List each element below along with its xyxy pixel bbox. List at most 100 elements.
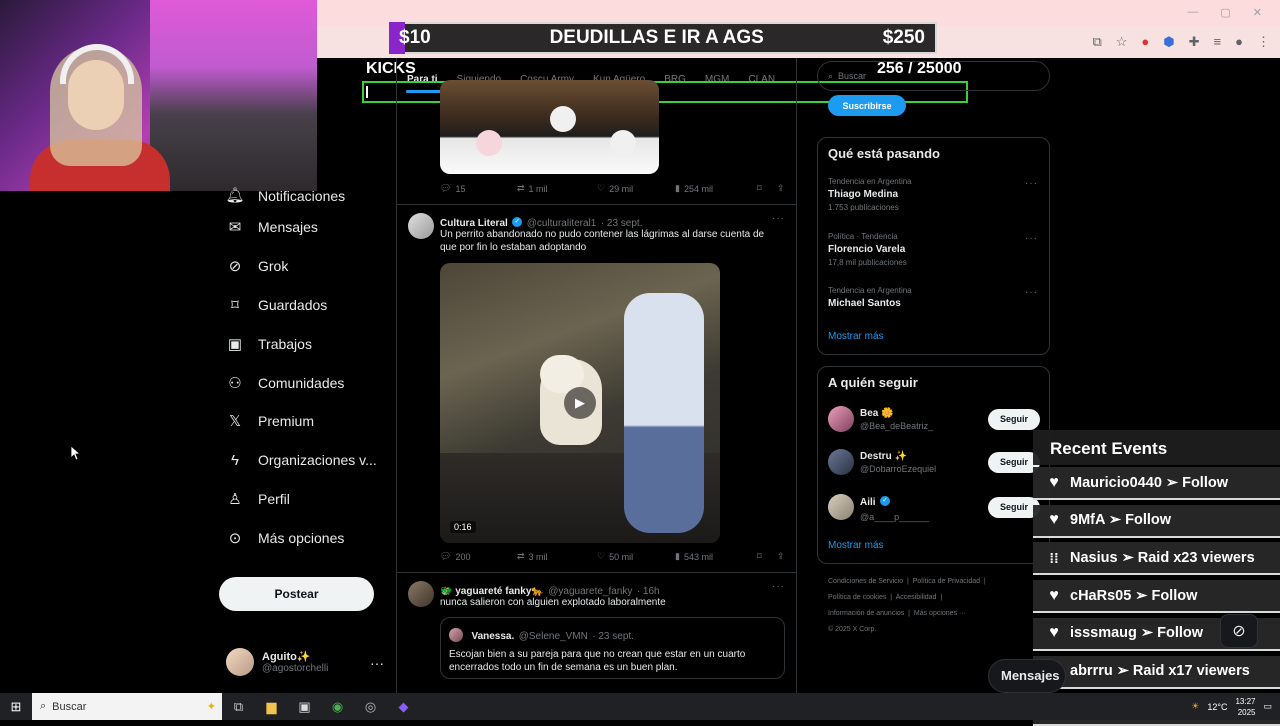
taskbar-search-input[interactable]: ⌕ Buscar ✦ [32,693,222,720]
bookmark-button[interactable]: ⌑ [757,551,777,562]
file-explorer-icon[interactable]: ▆ [255,693,288,720]
share-button[interactable]: ⇪ [777,551,785,562]
puzzle-icon[interactable]: ✚ [1189,34,1200,50]
messages-drawer[interactable]: Mensajes [988,659,1066,693]
tweet-text: nunca salieron con alguien explotado lab… [440,597,666,608]
avatar[interactable] [408,213,434,239]
tweet-image[interactable] [440,80,659,174]
maximize-icon[interactable]: ▢ [1220,6,1230,19]
trend-item[interactable]: Política · Tendencia Florencio Varela 17… [828,232,1040,267]
views-button[interactable]: ▮ 543 mil [675,551,757,562]
repost-button[interactable]: ⇄ 1 mil [517,183,597,194]
search-highlight-icon: ✦ [206,701,216,713]
views-button[interactable]: ▮ 254 mil [675,183,757,194]
subscribe-button[interactable]: Suscribirse [828,95,906,116]
repost-icon: ⇄ [517,183,525,193]
reply-button[interactable]: 💬︎ 15 [440,183,517,194]
more-icon[interactable]: ··· [772,581,785,592]
sidebar-item-comunidades[interactable]: ⚇ Comunidades [218,363,388,402]
avatar[interactable] [408,581,434,607]
footer-link[interactable]: Más opciones ··· [914,610,966,617]
footer-link[interactable]: Política de Privacidad [913,578,980,585]
sidebar-item-mas-opciones[interactable]: ⊙ Más opciones [218,518,388,557]
more-icon[interactable]: ··· [1025,178,1038,189]
grok-icon[interactable]: ⊘ [1220,614,1258,648]
obs-icon[interactable]: ◎ [354,693,387,720]
tweet-video[interactable]: ▶ 0:16 [440,263,720,543]
store-icon[interactable]: ▣ [288,693,321,720]
avatar [828,406,854,432]
raid-icon: ⁞⁞ [1049,549,1059,566]
follow-suggestion[interactable]: Destru ✨ @DobarroEzequiel Seguir [828,449,1040,475]
close-icon[interactable]: ✕ [1253,6,1262,19]
like-count: 50 mil [609,551,634,562]
weather-temp: 12°C [1207,701,1228,712]
task-view-icon[interactable]: ⧉ [222,693,255,720]
avatar [828,494,854,520]
trend-item[interactable]: Tendencia en Argentina Michael Santos [828,286,1040,309]
sidebar-item-trabajos[interactable]: ▣ Trabajos [218,324,388,363]
shield-icon[interactable]: ⬢ [1163,34,1174,50]
sidebar-item-premium[interactable]: 𝕏 Premium [218,402,388,441]
extension-red-icon[interactable]: ● [1141,34,1149,50]
quote-author-handle: @Selene_VMN [518,631,588,642]
feed-right-border [796,58,797,698]
follow-button[interactable]: Seguir [988,408,1040,430]
follow-suggestion[interactable]: Aili ✓ @a____p______ Seguir [828,492,1040,522]
like-button[interactable]: ♡ 50 mil [597,551,675,562]
quote-date: · 23 sept. [592,631,634,642]
notifications-icon[interactable]: ▭ [1263,701,1272,712]
sidebar-item-perfil[interactable]: ♙ Perfil [218,480,388,519]
discord-icon[interactable]: ◆ [387,693,420,720]
more-icon[interactable]: ··· [1025,233,1038,244]
event-row: ⁞⁞abrrru ➢ Raid x17 viewers [1033,655,1280,689]
sidebar-item-organizaciones[interactable]: ϟ Organizaciones v... [218,441,388,480]
footer-copyright: © 2025 X Corp. [828,626,877,633]
bookmark-icon: ⌑ [231,296,239,314]
sidebar-item-mensajes[interactable]: ✉ Mensajes [218,208,388,247]
trend-item[interactable]: Tendencia en Argentina Thiago Medina 1.7… [828,177,1040,212]
sidebar-item-guardados[interactable]: ⌑ Guardados [218,286,388,325]
banner-right-amount: $250 [882,27,925,48]
minimize-icon[interactable]: — [1187,6,1198,19]
menu-icon[interactable]: ⋮ [1257,34,1270,50]
footer-link[interactable]: Accesibilidad [896,594,937,601]
reply-button[interactable]: 💬︎ 200 [440,551,517,562]
repost-button[interactable]: ⇄ 3 mil [517,551,597,562]
bookmark-button[interactable]: ⌑ [757,183,777,194]
show-more-trends-link[interactable]: Mostrar más [828,331,884,342]
share-button[interactable]: ⇪ [777,183,785,194]
play-icon[interactable]: ▶ [564,387,596,419]
star-icon[interactable]: ☆ [1116,34,1128,50]
window-controls: — ▢ ✕ [1187,6,1262,19]
event-text: isssmaug ➢ Follow [1070,625,1204,642]
banner-left-amount: $10 [399,27,431,48]
search-input[interactable]: ⌕ Buscar [817,61,1050,91]
windows-start-icon[interactable]: ⊞ [0,693,32,720]
like-button[interactable]: ♡ 29 mil [597,183,675,194]
install-icon[interactable]: ⧉ [1092,34,1101,50]
quoted-tweet[interactable]: Vanessa. @Selene_VMN · 23 sept. Escojan … [440,617,785,679]
post-button[interactable]: Postear [219,577,374,611]
clock[interactable]: 13:27 2025 [1235,696,1255,718]
trend-name: Thiago Medina [828,189,898,200]
who-to-follow-title: A quién seguir [828,375,918,390]
chrome-icon[interactable]: ◉ [321,693,354,720]
event-text: Nasius ➢ Raid x23 viewers [1070,549,1255,566]
profile-icon[interactable]: ● [1235,34,1243,50]
account-more-icon[interactable]: ··· [370,655,384,671]
more-icon[interactable]: ··· [1025,287,1038,298]
media-icon[interactable]: ≡ [1214,34,1222,50]
account-switcher[interactable]: Aguito✨ @agostorchelli [226,648,328,676]
footer-link[interactable]: Política de cookies [828,594,886,601]
show-more-follow-link[interactable]: Mostrar más [828,540,884,551]
more-icon[interactable]: ··· [772,213,785,224]
footer-link[interactable]: Información de anuncios [828,610,904,617]
event-row: ♥ Mauricio0440 ➢ Follow [1033,467,1280,500]
trends-title: Qué está pasando [828,146,940,161]
follow-suggestion[interactable]: Bea 🌼 @Bea_deBeatriz_ Seguir [828,406,1040,432]
sidebar-item-notificaciones[interactable]: 🔔︎ Notificaciones [218,180,388,208]
sidebar-item-grok[interactable]: ⊘ Grok [218,247,388,286]
avatar [226,648,254,676]
footer-link[interactable]: Condiciones de Servicio [828,578,903,585]
